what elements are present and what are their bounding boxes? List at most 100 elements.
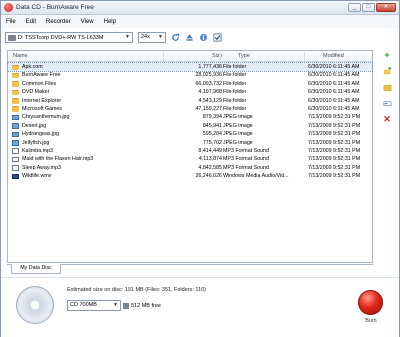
toolbar: D: TSSTcorp DVD+-RW TS-L633M ▼ 24x ▼ <box>5 30 222 45</box>
drive-icon <box>8 34 16 41</box>
info-icon <box>199 33 207 42</box>
close-button[interactable]: ✕ <box>376 3 396 12</box>
file-row[interactable]: Desert.jpg 845,941 JPEG image 7/13/2009 9:5… <box>8 122 372 130</box>
file-modified: 7/13/2009 9:52:31 PM <box>308 131 361 138</box>
file-modified: 7/13/2009 9:52:31 PM <box>308 164 361 171</box>
column-size[interactable]: Size <box>212 53 223 59</box>
add-folder-button[interactable] <box>382 66 392 76</box>
file-type: File folder <box>223 105 247 112</box>
drive-select[interactable]: D: TSSTcorp DVD+-RW TS-L633M ▼ <box>5 32 133 43</box>
file-name: Desert.jpg <box>22 122 47 129</box>
file-type: File folder <box>223 80 247 87</box>
file-size: 1,777,436 <box>198 64 222 70</box>
remove-icon: ✕ <box>383 114 391 124</box>
file-type: File folder <box>223 64 247 70</box>
file-size: 845,941 <box>202 122 222 129</box>
new-folder-icon <box>383 84 391 91</box>
tab-my-data-disc[interactable]: My Data Disc <box>11 264 61 274</box>
file-row[interactable]: Common Files 66,093,732 File folder 6/30/20… <box>8 80 372 88</box>
file-row[interactable]: DVD Maker 4,197,968 File folder 6/30/2010 6… <box>8 88 372 96</box>
burnaware-logo-icon <box>4 3 13 12</box>
file-row[interactable]: Sleep Away.mp3 4,842,585 MP3 Format Sound 7… <box>8 164 372 172</box>
file-type: MP3 Format Sound <box>223 156 269 163</box>
folder-icon <box>12 106 19 112</box>
file-row[interactable]: Jellyfish.jpg 775,702 JPEG image 7/13/2009 … <box>8 139 372 147</box>
file-list-header: Name Size Type Modified <box>8 51 372 62</box>
menu-edit[interactable]: Edit <box>21 19 41 25</box>
file-name: Sleep Away.mp3 <box>22 164 61 171</box>
file-type: File folder <box>223 97 247 104</box>
file-modified: 7/13/2009 9:52:31 PM <box>308 139 361 146</box>
column-divider[interactable] <box>163 52 164 61</box>
estimated-size-text: Estimated size on disc: 191 MB (Files: 3… <box>67 287 206 293</box>
file-size: 28,025,936 <box>195 72 222 79</box>
folder-icon <box>12 64 19 70</box>
file-name: BurnAware Free <box>22 72 61 79</box>
refresh-icon <box>171 33 179 41</box>
video-icon <box>12 173 19 180</box>
chevron-down-icon: ▼ <box>125 34 130 40</box>
image-icon <box>12 123 19 129</box>
file-row[interactable]: Kalimba.mp3 8,414,449 MP3 Format Sound 7/13… <box>8 147 372 155</box>
file-type: JPEG image <box>223 122 253 129</box>
column-modified[interactable]: Modified <box>323 53 344 59</box>
free-space-text: 512 MB free <box>131 302 161 309</box>
speed-select[interactable]: 24x ▼ <box>138 32 166 43</box>
file-row[interactable]: Wildlife.wmv 26,246,026 Windows Media Audi… <box>8 172 372 180</box>
column-type[interactable]: Type <box>238 53 250 59</box>
file-type: JPEG image <box>223 131 253 138</box>
file-row[interactable]: Maid with the Flaxen Hair.mp3 4,113,874 MP… <box>8 155 372 163</box>
disc-type-value: CD 700MB <box>70 302 97 308</box>
file-row[interactable]: Microsoft Games 47,159,227 File folder 6/30… <box>8 105 372 113</box>
audio-icon <box>12 165 19 171</box>
add-files-button[interactable]: + <box>382 50 392 60</box>
minimize-button[interactable]: _ <box>348 3 361 12</box>
audio-icon <box>12 148 19 154</box>
chevron-down-icon: ▼ <box>113 302 118 308</box>
refresh-button[interactable] <box>170 33 180 43</box>
window-title: Data CD - BurnAware Free <box>16 4 94 11</box>
menu-help[interactable]: Help <box>99 19 121 25</box>
file-list[interactable]: Name Size Type Modified Apk.com 1,777,436… <box>7 50 373 263</box>
file-rows: Apk.com 1,777,436 File folder 6/30/2010 6:1… <box>7 61 373 180</box>
file-name: Internet Explorer <box>22 97 62 104</box>
rename-icon <box>383 100 391 106</box>
file-modified: 6/30/2010 6:11:45 AM <box>308 64 360 70</box>
burn-button[interactable] <box>358 290 383 315</box>
folder-icon <box>12 72 19 79</box>
free-space: 512 MB free <box>123 300 161 311</box>
file-row[interactable]: Chrysanthemum.jpg 879,394 JPEG image 7/13/2… <box>8 113 372 121</box>
file-type: JPEG image <box>223 139 253 146</box>
rename-button[interactable] <box>382 98 392 108</box>
file-size: 4,543,129 <box>198 97 222 104</box>
file-size: 879,394 <box>202 114 222 121</box>
disc-icon <box>16 286 54 324</box>
file-size: 595,284 <box>202 131 222 138</box>
disc-type-select[interactable]: CD 700MB ▼ <box>67 300 121 311</box>
menu-recorder[interactable]: Recorder <box>41 19 76 25</box>
folder-icon <box>12 81 19 87</box>
file-row[interactable]: Internet Explorer 4,543,129 File folder 6/3… <box>8 97 372 105</box>
column-divider[interactable] <box>220 52 221 61</box>
burn-label[interactable]: Burn <box>359 318 383 324</box>
disc-info-button[interactable] <box>198 33 208 43</box>
option-checkbox[interactable] <box>212 33 222 43</box>
maximize-button[interactable]: □ <box>362 3 375 12</box>
app-window: Data CD - BurnAware Free _ □ ✕ File Edit… <box>0 0 400 337</box>
file-row[interactable]: Hydrangeas.jpg 595,284 JPEG image 7/13/2009… <box>8 130 372 138</box>
menu-view[interactable]: View <box>76 19 99 25</box>
file-type: MP3 Format Sound <box>223 164 269 171</box>
file-row[interactable]: Apk.com 1,777,436 File folder 6/30/2010 6:1… <box>7 61 373 73</box>
file-row[interactable]: BurnAware Free 28,025,936 File folder 6/30/… <box>8 71 372 79</box>
column-name[interactable]: Name <box>13 53 28 59</box>
title-bar[interactable]: Data CD - BurnAware Free _ □ ✕ <box>1 1 399 15</box>
folder-icon <box>12 98 19 104</box>
menu-file[interactable]: File <box>1 19 21 25</box>
eject-button[interactable] <box>184 33 194 43</box>
file-type: File folder <box>223 89 247 96</box>
new-folder-button[interactable] <box>382 82 392 92</box>
file-modified: 6/30/2010 6:11:45 AM <box>308 105 360 112</box>
column-divider[interactable] <box>304 52 305 61</box>
remove-button[interactable]: ✕ <box>382 114 392 124</box>
file-size: 8,414,449 <box>198 147 222 154</box>
